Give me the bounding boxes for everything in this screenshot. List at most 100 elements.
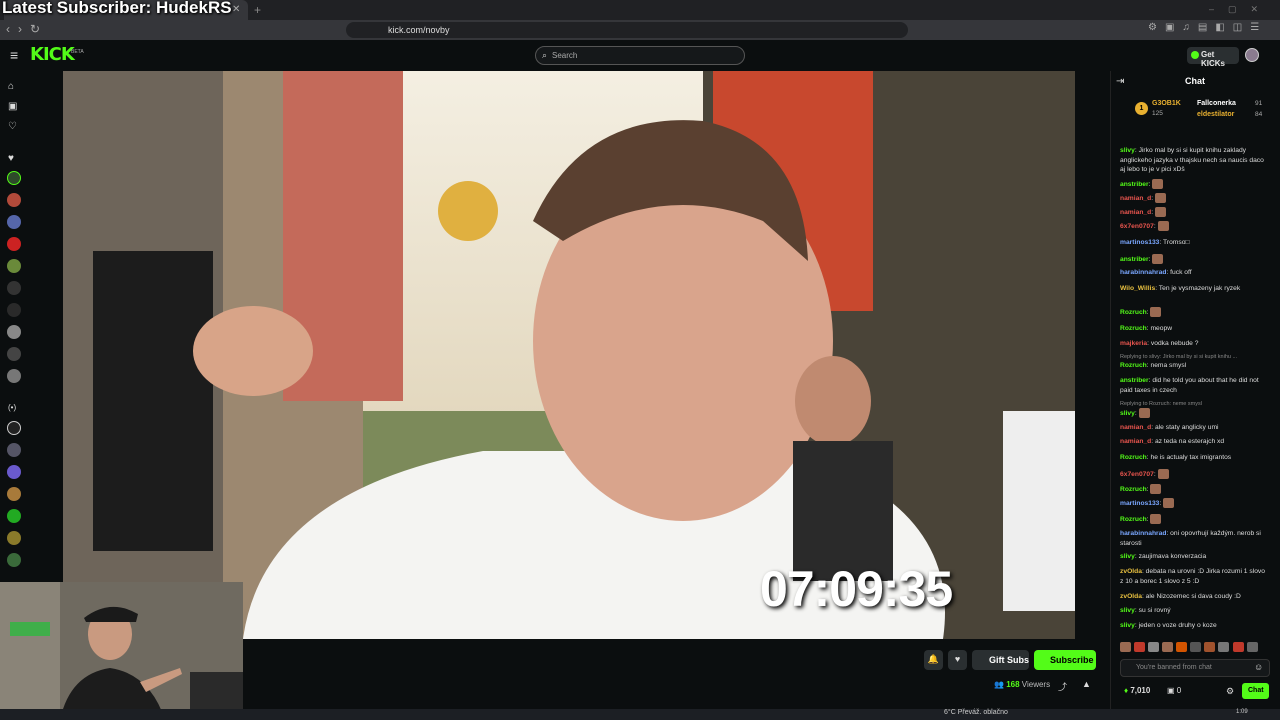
- channel-avatar[interactable]: [7, 509, 21, 523]
- emote[interactable]: [1204, 642, 1216, 653]
- emote[interactable]: [1120, 642, 1131, 653]
- chat-message-text: Tromso□: [1163, 239, 1190, 246]
- chat-message: Wilo_Willis: Ten je vysmazeny jak ryzek: [1120, 284, 1268, 294]
- extension-icons[interactable]: ⚙▣♫▤◧◫☰: [1148, 22, 1267, 33]
- emote[interactable]: [1148, 642, 1160, 653]
- home-icon[interactable]: ⌂: [8, 81, 14, 92]
- chat-message-text: ale staty anglicky umi: [1154, 424, 1219, 431]
- chat-username[interactable]: namian_d: [1120, 195, 1151, 202]
- channel-avatar[interactable]: [7, 193, 21, 207]
- chat-username[interactable]: namian_d: [1120, 438, 1151, 445]
- chat-emote: [1150, 484, 1162, 494]
- chat-message: anstriber: did he told you about that he…: [1120, 376, 1268, 395]
- quick-emote-bar[interactable]: [1120, 641, 1272, 653]
- stream-video-frame: [63, 71, 1075, 639]
- following-icon[interactable]: ♡: [8, 121, 17, 132]
- chat-username[interactable]: 6x7en0707: [1120, 471, 1154, 478]
- notifications-bell-icon[interactable]: 🔔: [924, 650, 943, 670]
- share-icon[interactable]: ⤴: [1058, 680, 1067, 693]
- channel-avatar[interactable]: [7, 531, 21, 545]
- webcam-frame: [0, 582, 243, 720]
- chat-username[interactable]: 6x7en0707: [1120, 223, 1154, 230]
- tab-close-icon[interactable]: ✕: [232, 4, 240, 15]
- video-player[interactable]: [63, 71, 1075, 639]
- channel-avatar[interactable]: [7, 325, 21, 339]
- channel-points[interactable]: ▣ 0: [1167, 686, 1181, 695]
- channel-avatar[interactable]: [7, 553, 21, 567]
- chat-username[interactable]: slivy: [1120, 410, 1135, 417]
- chat-username[interactable]: anstriber: [1120, 181, 1149, 188]
- chat-username[interactable]: slivy: [1120, 607, 1135, 614]
- streamer-webcam: [0, 582, 243, 720]
- channel-avatar[interactable]: [7, 303, 21, 317]
- chat-username[interactable]: anstriber: [1120, 256, 1149, 263]
- chat-message: Rozruch:: [1120, 514, 1268, 524]
- chat-username[interactable]: martinos133: [1120, 239, 1159, 246]
- chat-username[interactable]: majkeria: [1120, 340, 1147, 347]
- chat-username[interactable]: Wilo_Willis: [1120, 285, 1155, 292]
- chat-settings-icon[interactable]: ⚙: [1226, 686, 1234, 697]
- chat-username[interactable]: martinos133: [1120, 500, 1159, 507]
- user-avatar[interactable]: [1245, 48, 1259, 62]
- channel-avatar[interactable]: [7, 487, 21, 501]
- chat-username[interactable]: namian_d: [1120, 424, 1151, 431]
- chat-collapse-icon[interactable]: ⇥: [1116, 76, 1124, 87]
- channel-avatar[interactable]: [7, 421, 21, 435]
- chat-username[interactable]: Rozruch: [1120, 325, 1147, 332]
- nav-buttons[interactable]: ‹›↻: [6, 22, 48, 36]
- menu-icon[interactable]: ≡: [10, 47, 18, 63]
- gifter-count: 91: [1255, 100, 1263, 107]
- gifter-name[interactable]: Fallconerka: [1197, 100, 1236, 107]
- channel-avatar[interactable]: [7, 237, 21, 251]
- emote[interactable]: [1134, 642, 1146, 653]
- chat-username[interactable]: zvOlda: [1120, 593, 1142, 600]
- channel-avatar[interactable]: [7, 347, 21, 361]
- emote[interactable]: [1176, 642, 1188, 653]
- channel-avatar[interactable]: [7, 215, 21, 229]
- subscribe-button[interactable]: Subscribe: [1034, 650, 1096, 670]
- chat-message: majkeria: vodka nebude ?: [1120, 339, 1268, 349]
- window-controls[interactable]: –▢✕: [1209, 4, 1272, 15]
- chat-username[interactable]: Rozruch: [1120, 309, 1147, 316]
- chat-username[interactable]: slivy: [1120, 622, 1135, 629]
- chat-username[interactable]: slivy: [1120, 147, 1135, 154]
- chat-message: Rozruch:: [1120, 307, 1268, 317]
- follow-heart-icon[interactable]: ♥: [948, 650, 967, 670]
- chat-input-placeholder: You're banned from chat: [1136, 664, 1212, 671]
- channel-avatar[interactable]: [7, 443, 21, 457]
- chat-username[interactable]: Rozruch: [1120, 362, 1147, 369]
- favorites-icon[interactable]: ♥: [8, 153, 14, 164]
- chat-send-button[interactable]: Chat: [1242, 683, 1269, 699]
- emote[interactable]: [1218, 642, 1230, 653]
- emote[interactable]: [1232, 642, 1244, 653]
- channel-avatar[interactable]: [7, 259, 21, 273]
- kick-logo[interactable]: KICK: [30, 44, 75, 65]
- chat-message: anstriber:: [1120, 179, 1268, 189]
- chat-username[interactable]: zvOlda: [1120, 568, 1142, 575]
- channel-avatar[interactable]: [7, 281, 21, 295]
- chat-username[interactable]: anstriber: [1120, 377, 1149, 384]
- channel-avatar[interactable]: [7, 369, 21, 383]
- channel-avatar[interactable]: [7, 465, 21, 479]
- gifter-name[interactable]: G3OB1K: [1152, 100, 1181, 107]
- chat-username[interactable]: Rozruch: [1120, 516, 1147, 523]
- emote[interactable]: [1246, 642, 1258, 653]
- emote[interactable]: [1162, 642, 1174, 653]
- gift-subs-button[interactable]: Gift Subs: [972, 650, 1029, 670]
- chat-username[interactable]: Rozruch: [1120, 486, 1147, 493]
- viewers-number: 168: [1006, 680, 1020, 689]
- gifter-name[interactable]: eldestilator: [1197, 111, 1234, 118]
- chat-username[interactable]: slivy: [1120, 553, 1135, 560]
- browse-icon[interactable]: ▣: [8, 101, 17, 112]
- top-gifters: 1 G3OB1K 125 Fallconerka 91 eldestilator…: [1131, 98, 1275, 124]
- emote-picker-icon[interactable]: ☺: [1254, 662, 1263, 672]
- chat-username[interactable]: Rozruch: [1120, 454, 1147, 461]
- chat-username[interactable]: namian_d: [1120, 209, 1151, 216]
- chat-username[interactable]: harabinnahrad: [1120, 269, 1166, 276]
- new-tab-icon[interactable]: +: [254, 3, 261, 17]
- chat-username[interactable]: harabinnahrad: [1120, 530, 1166, 537]
- report-icon[interactable]: ▲: [1082, 679, 1091, 689]
- search-icon: ⌕: [542, 50, 548, 60]
- emote[interactable]: [1190, 642, 1202, 653]
- channel-avatar[interactable]: [7, 171, 21, 185]
